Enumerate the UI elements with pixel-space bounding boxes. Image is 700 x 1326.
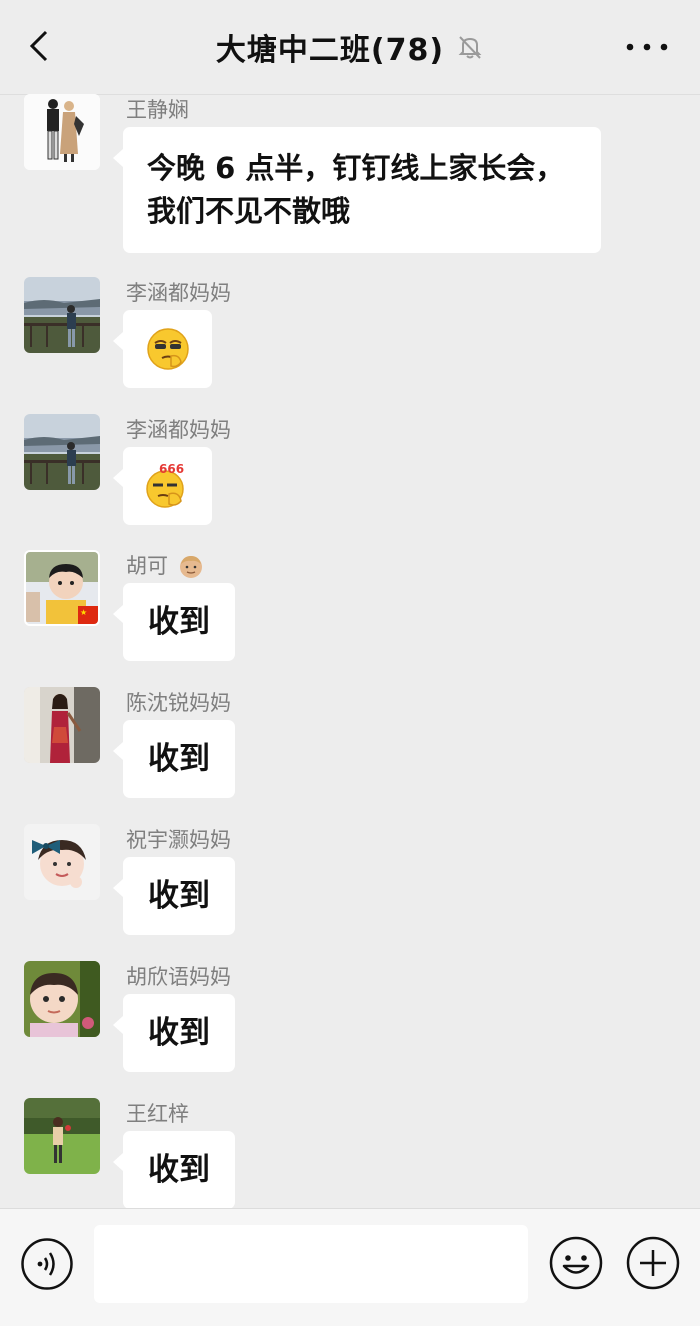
message-bubble[interactable]: 收到 <box>113 994 235 1072</box>
message-text: 收到 <box>148 741 210 777</box>
man-emoji <box>179 556 202 578</box>
more-button[interactable] <box>624 30 670 64</box>
more-dots-icon <box>626 43 668 51</box>
voice-button[interactable] <box>20 1237 74 1291</box>
message-line-2: 我们不见不散哦 <box>147 194 351 228</box>
sender-name: 陈沈锐妈妈 <box>126 691 231 715</box>
message-line-1: 今晚 6 点半，钉钉线上家长会， <box>147 151 565 185</box>
sender-name: 王红梓 <box>126 1102 189 1126</box>
input-bar <box>0 1208 700 1326</box>
voice-icon <box>21 1238 73 1290</box>
chat-screen: 大塘中二班(78) 王静娴 今晚 6 点半，钉钉线上家长会， 我们不见不散哦 李… <box>0 0 700 1326</box>
plus-circle-icon <box>626 1236 680 1290</box>
message-bubble[interactable]: 今晚 6 点半，钉钉线上家长会， 我们不见不散哦 <box>113 127 601 253</box>
avatar-lakeside[interactable] <box>24 277 100 353</box>
message-text: 收到 <box>148 878 210 914</box>
sender-name: 胡欣语妈妈 <box>126 965 231 989</box>
avatar-baby[interactable] <box>24 961 100 1037</box>
avatar-woman-dress[interactable] <box>24 687 100 763</box>
smiley-icon <box>549 1236 603 1290</box>
avatar-boy-flag[interactable]: ★ <box>24 550 100 626</box>
sender-name: 王静娴 <box>126 98 189 122</box>
message-text: 收到 <box>148 1015 210 1051</box>
message-input[interactable] <box>94 1225 528 1303</box>
sender-name: 李涵都妈妈 <box>126 418 231 442</box>
more-functions-button[interactable] <box>625 1235 681 1291</box>
sender-name-text: 胡可 <box>126 554 168 578</box>
message-bubble[interactable]: 收到 <box>113 720 235 798</box>
message-text: 收到 <box>148 604 210 640</box>
666-emoji-sticker: 666 <box>145 462 184 508</box>
message-text: 收到 <box>148 1152 210 1188</box>
message-bubble[interactable]: 收到 <box>113 857 235 935</box>
chat-title: 大塘中二班(78) <box>215 33 445 68</box>
message-bubble[interactable]: 收到 <box>113 1131 235 1208</box>
sticker-bubble[interactable]: 666 <box>113 447 212 525</box>
back-button[interactable] <box>22 26 62 66</box>
sticker-bubble[interactable] <box>113 310 212 388</box>
sticker-666-text: 666 <box>159 462 184 476</box>
chevron-left-icon <box>29 30 48 62</box>
sender-name: 李涵都妈妈 <box>126 281 231 305</box>
chat-header: 大塘中二班(78) <box>0 0 700 95</box>
emoji-button[interactable] <box>548 1235 604 1291</box>
avatar-lakeside[interactable] <box>24 414 100 490</box>
bell-off-icon <box>458 36 482 59</box>
title-wrap: 大塘中二班(78) <box>216 25 484 69</box>
sender-name: 祝宇灏妈妈 <box>126 828 231 852</box>
avatar-little-girl-bow[interactable] <box>24 824 100 900</box>
svg-text:★: ★ <box>80 608 87 617</box>
avatar-girl-garden[interactable] <box>24 1098 100 1174</box>
avatar-wedding-couple[interactable] <box>24 94 100 170</box>
sender-name: 胡可 <box>126 553 204 580</box>
cool-emoji-sticker <box>146 328 189 370</box>
message-list[interactable]: 王静娴 今晚 6 点半，钉钉线上家长会， 我们不见不散哦 李涵都妈妈 李涵都妈妈… <box>0 94 700 1208</box>
message-bubble[interactable]: 收到 <box>113 583 235 661</box>
